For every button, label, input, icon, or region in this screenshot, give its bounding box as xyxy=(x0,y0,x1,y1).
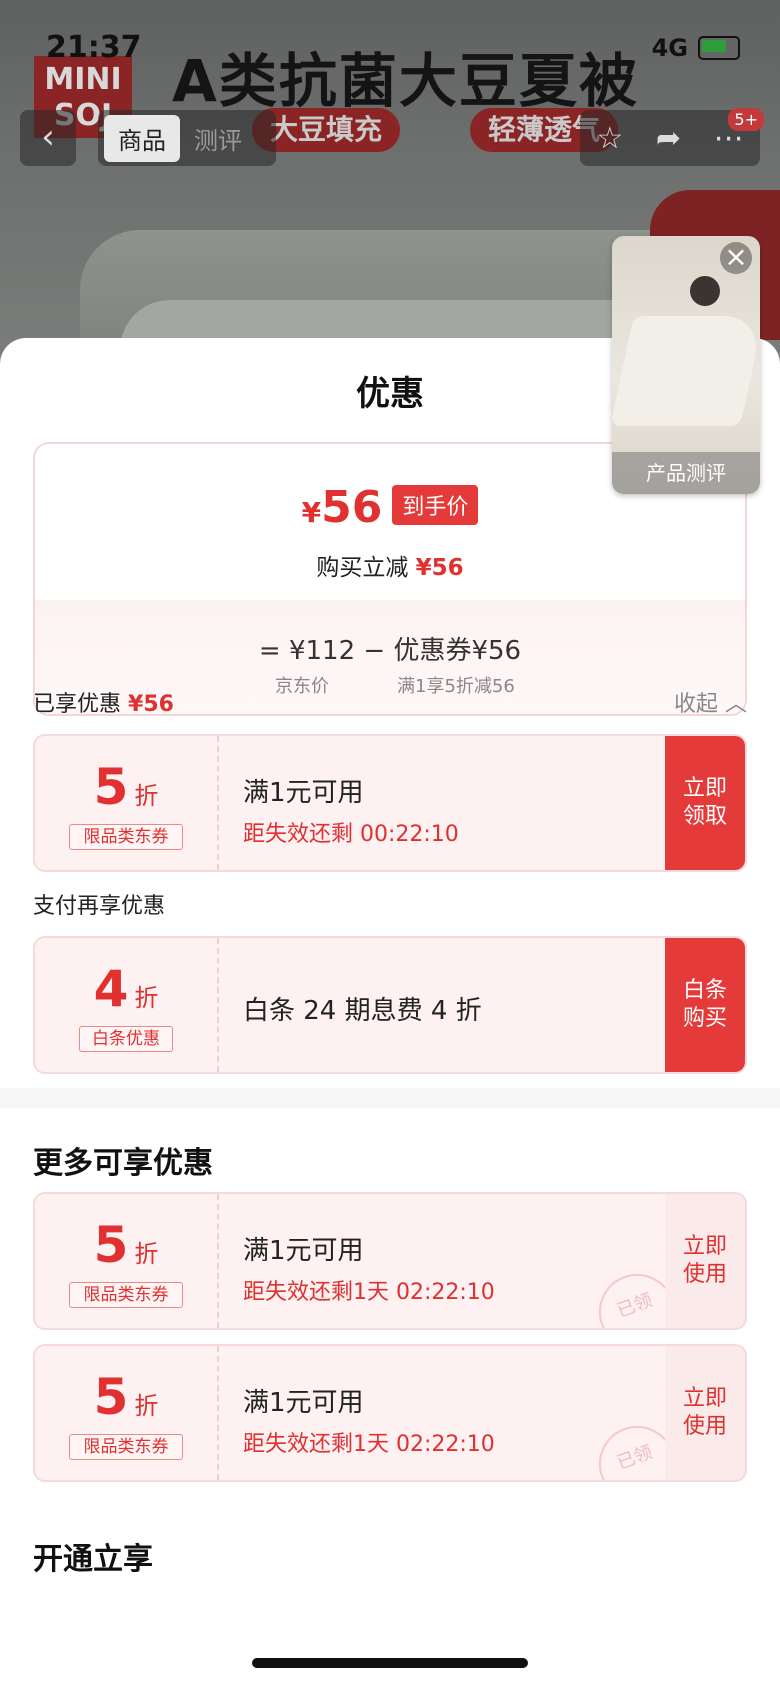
coupon-rate: 4折 xyxy=(35,960,217,1018)
discount-text: 购买立减 xyxy=(316,555,409,581)
network-label: 4G xyxy=(651,34,688,62)
coupon-countdown: 距失效还剩1天 02:22:10 xyxy=(243,1432,495,1457)
coupon-rate-number: 4 xyxy=(93,960,129,1018)
coupon-description: 白条 24 期息费 4 折 xyxy=(243,996,482,1026)
battery-icon xyxy=(698,36,740,60)
coupon-card: 4折 白条优惠 白条 24 期息费 4 折 白条 购买 xyxy=(33,936,747,1074)
use-now-button[interactable]: 立即 使用 xyxy=(665,1346,745,1480)
coupon-condition: 满1元可用 xyxy=(243,1388,364,1418)
chevron-left-icon: ‹ xyxy=(41,117,55,157)
floating-video[interactable]: × 产品测评 xyxy=(612,236,760,494)
coupon-rate-unit: 折 xyxy=(134,1240,159,1268)
currency-symbol: ¥ xyxy=(301,496,322,529)
coupon-rate: 5折 xyxy=(35,1368,217,1426)
coupon-type: 限品类东券 xyxy=(69,824,183,850)
section-divider xyxy=(0,1088,780,1108)
coupon-rate-number: 5 xyxy=(93,1368,129,1426)
discount-sheet: 优惠 ¥ 56 到手价 购买立减 ¥56 = ¥112 − 优惠券¥56 京东价… xyxy=(0,338,780,1688)
coupon-card: 5折 限品类东券 满1元可用 距失效还剩1天 02:22:10 已领 立即 使用 xyxy=(33,1344,747,1482)
collapse-button[interactable]: 收起 ︿ xyxy=(674,686,747,718)
more-discounts-heading: 更多可享优惠 xyxy=(33,1146,213,1181)
close-icon[interactable]: × xyxy=(720,242,752,274)
back-button[interactable]: ‹ xyxy=(20,110,76,166)
pay-section-label: 支付再享优惠 xyxy=(33,894,166,919)
open-discount-heading: 开通立享 xyxy=(33,1542,153,1577)
use-now-button[interactable]: 立即 使用 xyxy=(665,1194,745,1328)
nav-tabs: 商品 测评 xyxy=(98,110,276,166)
home-indicator xyxy=(252,1658,528,1668)
coupon-rate-number: 5 xyxy=(93,1216,129,1274)
tab-review[interactable]: 测评 xyxy=(180,115,256,162)
coupon-rate-unit: 折 xyxy=(134,984,159,1012)
video-person xyxy=(690,276,720,306)
video-label: 产品测评 xyxy=(612,452,760,494)
discount-line: 购买立减 ¥56 xyxy=(35,548,745,582)
product-headline: A类抗菌大豆夏被 xyxy=(172,47,639,115)
claim-button[interactable]: 立即 领取 xyxy=(665,736,745,870)
final-price-tag: 到手价 xyxy=(392,485,479,525)
message-badge: 5+ xyxy=(728,108,764,131)
formula-label-coupon: 满1享5折减56 xyxy=(397,676,515,697)
coupon-countdown: 距失效还剩1天 02:22:10 xyxy=(243,1280,495,1305)
coupon-type: 白条优惠 xyxy=(79,1026,173,1052)
final-price: 56 xyxy=(321,482,383,533)
coupon-condition: 满1元可用 xyxy=(243,778,364,808)
tab-product[interactable]: 商品 xyxy=(104,114,180,162)
coupon-rate-unit: 折 xyxy=(134,1392,159,1420)
coupon-type: 限品类东券 xyxy=(69,1282,183,1308)
video-quilt xyxy=(612,316,760,426)
coupon-type: 限品类东券 xyxy=(69,1434,183,1460)
formula-label-jd-price: 京东价 xyxy=(275,676,329,697)
coupon-card: 5折 限品类东券 满1元可用 距失效还剩1天 02:22:10 已领 立即 使用 xyxy=(33,1192,747,1330)
coupon-condition: 满1元可用 xyxy=(243,1236,364,1266)
collapse-label: 收起 xyxy=(673,692,718,717)
share-icon[interactable]: ➦ xyxy=(656,121,681,156)
discount-amount: ¥56 xyxy=(415,555,464,581)
baitiao-buy-button[interactable]: 白条 购买 xyxy=(665,938,745,1072)
status-time: 21:37 xyxy=(46,30,142,65)
coupon-countdown: 距失效还剩 00:22:10 xyxy=(243,822,459,847)
coupon-rate: 5折 xyxy=(35,758,217,816)
chevron-up-icon: ︿ xyxy=(724,692,747,717)
enjoyed-label: 已享优惠 ¥56 xyxy=(33,686,174,718)
coupon-rate-number: 5 xyxy=(93,758,129,816)
enjoyed-amount: ¥56 xyxy=(128,692,174,717)
coupon-rate: 5折 xyxy=(35,1216,217,1274)
status-indicators: 4G xyxy=(652,34,740,62)
star-icon[interactable]: ☆ xyxy=(596,121,623,156)
coupon-card: 5折 限品类东券 满1元可用 距失效还剩 00:22:10 立即 领取 xyxy=(33,734,747,872)
coupon-rate-unit: 折 xyxy=(134,782,159,810)
price-formula: = ¥112 − 优惠券¥56 xyxy=(258,636,522,666)
enjoyed-text: 已享优惠 xyxy=(33,692,122,717)
